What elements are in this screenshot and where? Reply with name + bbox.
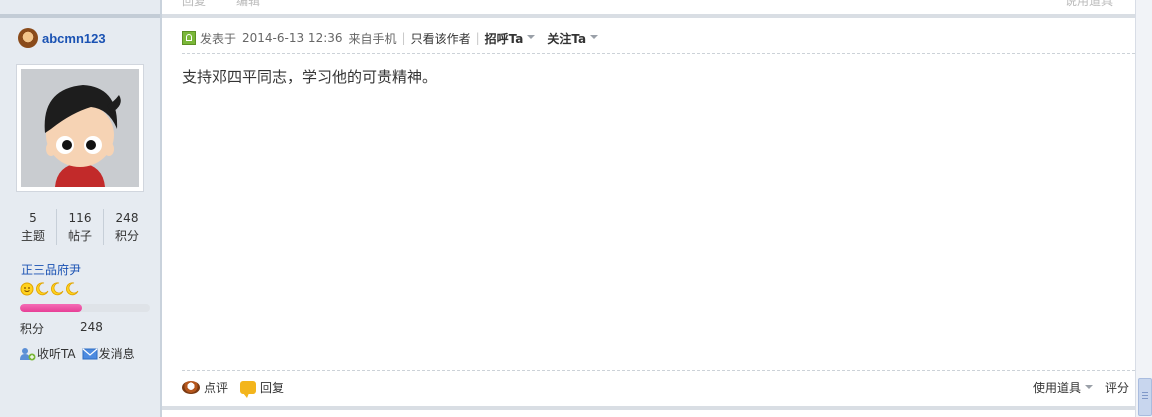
post-source: 来自手机 <box>348 31 397 46</box>
stat-label: 积分 <box>114 229 139 243</box>
greet-menu[interactable]: 招呼Ta <box>485 30 524 47</box>
follow-author-button[interactable]: 收听TA <box>20 345 76 362</box>
previous-edit-link[interactable]: 编辑 <box>236 0 260 9</box>
previous-reply-link[interactable]: 回复 <box>182 0 206 9</box>
stat-value: 116 <box>68 211 92 225</box>
send-message-label: 发消息 <box>98 347 135 361</box>
post-content: 支持邓四平同志，学习他的可贵精神。 <box>182 68 438 86</box>
follow-menu[interactable]: 关注Ta <box>547 30 586 47</box>
post-footer-tools: 使用道具 评分 <box>1033 379 1129 396</box>
divider <box>182 53 1135 54</box>
separator: | <box>401 31 406 45</box>
people-add-icon <box>20 347 36 360</box>
stat-posts[interactable]: 116 帖子 <box>56 209 103 245</box>
credit-row: 积分 248 <box>20 320 103 337</box>
rank-progress-fill <box>20 304 83 312</box>
vertical-scrollbar[interactable] <box>1135 0 1152 417</box>
avatar-image <box>21 69 139 187</box>
rank-progress-bar <box>20 304 150 312</box>
rate-link[interactable]: 评分 <box>1105 379 1129 396</box>
author-stats: 5 主题 116 帖子 248 积分 <box>10 209 150 245</box>
stat-value: 5 <box>29 211 37 225</box>
chevron-down-icon[interactable] <box>527 35 536 39</box>
stat-topics[interactable]: 5 主题 <box>10 209 56 245</box>
reply-label: 回复 <box>260 381 285 395</box>
moon-icon <box>36 282 49 296</box>
stat-label: 帖子 <box>67 229 92 243</box>
chevron-down-icon[interactable] <box>1084 384 1093 389</box>
previous-tools-link[interactable]: 说用道具 <box>1065 0 1113 9</box>
previous-post-actions: 回复 编辑 <box>182 0 260 9</box>
stat-label: 主题 <box>20 229 45 243</box>
only-author-link[interactable]: 只看该作者 <box>411 30 471 47</box>
credit-value: 248 <box>80 320 103 334</box>
stat-value: 248 <box>115 211 139 225</box>
chevron-down-icon[interactable] <box>590 35 599 39</box>
coffee-cup-icon <box>182 381 200 394</box>
envelope-icon <box>82 348 98 359</box>
divider <box>162 14 1135 18</box>
author-actions: 收听TA 发消息 <box>20 345 135 362</box>
send-message-button[interactable]: 发消息 <box>82 345 135 362</box>
scrollbar-thumb[interactable] <box>1138 378 1152 416</box>
reply-button[interactable]: 回复 <box>240 379 285 398</box>
moon-icon <box>66 282 79 296</box>
divider <box>0 14 160 18</box>
sun-icon <box>20 282 34 296</box>
divider <box>162 406 1135 410</box>
author-name-link[interactable]: abcmn123 <box>42 31 106 46</box>
moon-icon <box>51 282 64 296</box>
online-status-icon <box>182 31 196 45</box>
monkey-face-icon <box>18 28 38 48</box>
speech-bubble-icon <box>240 381 257 398</box>
comment-label: 点评 <box>204 381 229 395</box>
post-prefix: 发表于 <box>200 31 237 46</box>
post-header: 发表于 2014-6-13 12:36 来自手机 | 只看该作者 | 招呼Ta … <box>182 29 610 47</box>
use-tools-menu[interactable]: 使用道具 <box>1033 379 1081 396</box>
comment-button[interactable]: 点评 <box>182 379 228 396</box>
divider <box>182 370 1135 371</box>
rank-title[interactable]: 正三品府尹 <box>21 261 81 278</box>
rank-icons <box>20 282 79 296</box>
stat-credits[interactable]: 248 积分 <box>103 209 150 245</box>
post-footer-actions: 点评 回复 <box>182 379 285 398</box>
author-name-row[interactable]: abcmn123 <box>18 28 106 48</box>
post-main: 回复 编辑 说用道具 发表于 2014-6-13 12:36 来自手机 | 只看… <box>162 0 1135 417</box>
credit-label: 积分 <box>20 322 45 336</box>
follow-author-label: 收听TA <box>37 347 76 361</box>
author-sidebar: abcmn123 5 主题 116 帖子 248 积分 正三品府尹 积分 248… <box>0 0 162 417</box>
separator: | <box>475 31 480 45</box>
avatar[interactable] <box>16 64 144 192</box>
post-date: 2014-6-13 12:36 <box>242 31 343 45</box>
